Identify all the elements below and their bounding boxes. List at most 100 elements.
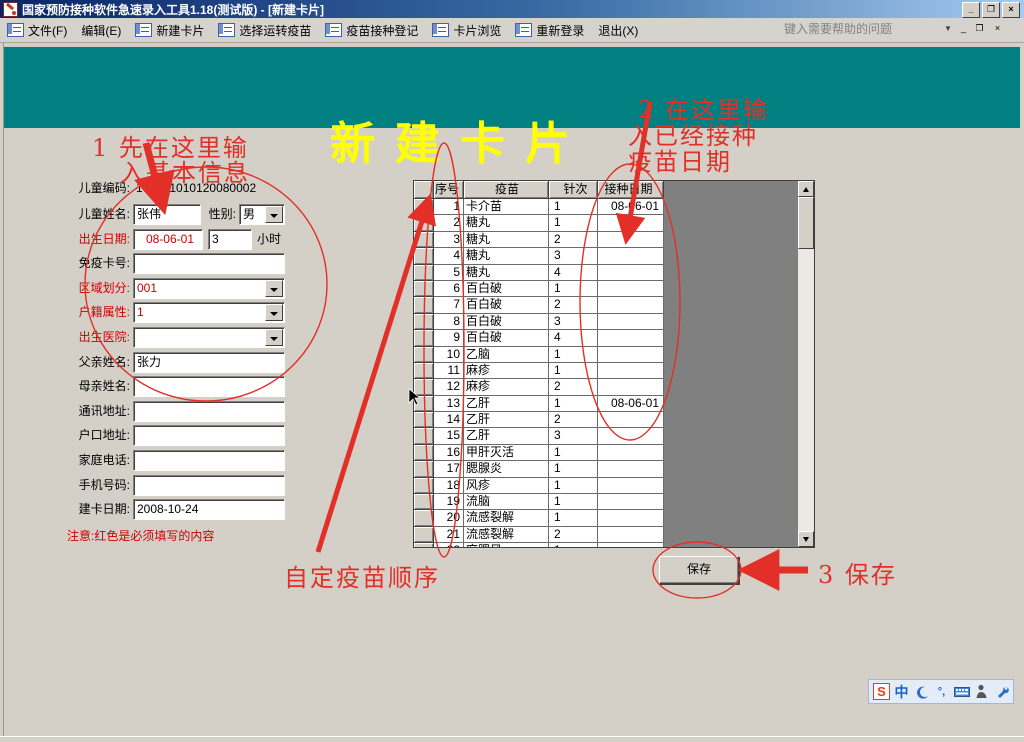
cell-dose[interactable]: 2 (549, 232, 598, 248)
cell-date[interactable] (598, 494, 664, 510)
cell-vac[interactable]: 乙肝 (464, 428, 549, 444)
save-button[interactable]: 保存 (659, 556, 739, 584)
help-dropdown-icon[interactable]: ▼ (944, 24, 952, 33)
cell-num[interactable]: 3 (434, 232, 464, 248)
cell-num[interactable]: 9 (434, 330, 464, 346)
cell-date[interactable] (598, 215, 664, 231)
cell-date[interactable] (598, 510, 664, 526)
cell-vac[interactable]: 麻疹 (464, 363, 549, 379)
birth-hour-input[interactable]: 3 (208, 229, 252, 250)
row-selector[interactable] (414, 215, 434, 231)
cell-vac[interactable]: 乙肝 (464, 396, 549, 412)
cell-num[interactable]: 14 (434, 412, 464, 428)
cell-num[interactable]: 8 (434, 314, 464, 330)
field-input-10[interactable] (133, 425, 285, 446)
cell-dose[interactable]: 1 (549, 543, 598, 548)
field-input-3[interactable] (133, 253, 285, 274)
row-selector[interactable] (414, 248, 434, 264)
cell-vac[interactable]: 百白破 (464, 314, 549, 330)
cell-dose[interactable]: 1 (549, 281, 598, 297)
cell-vac[interactable]: 甲肝灭活 (464, 445, 549, 461)
cell-num[interactable]: 18 (434, 478, 464, 494)
cell-vac[interactable]: 卡介苗 (464, 199, 549, 215)
cell-date[interactable] (598, 461, 664, 477)
child-minimize-button[interactable]: _ (956, 21, 971, 36)
child-close-button[interactable]: × (990, 21, 1005, 36)
vertical-scrollbar[interactable] (798, 181, 814, 547)
menu-item-3[interactable]: 新建卡片 (128, 19, 211, 41)
cell-date[interactable] (598, 347, 664, 363)
row-selector[interactable] (414, 281, 434, 297)
cell-num[interactable]: 17 (434, 461, 464, 477)
skin-figure-icon[interactable] (973, 683, 990, 700)
cell-dose[interactable]: 1 (549, 445, 598, 461)
row-selector[interactable] (414, 494, 434, 510)
column-header-date[interactable]: 接种日期 (598, 181, 664, 199)
cell-vac[interactable]: 乙肝 (464, 412, 549, 428)
row-selector[interactable] (414, 297, 434, 313)
dropdown-button[interactable] (265, 206, 283, 223)
cell-date[interactable] (598, 265, 664, 281)
cell-dose[interactable]: 3 (549, 248, 598, 264)
cell-date[interactable] (598, 428, 664, 444)
scroll-down-button[interactable] (798, 531, 814, 547)
punctuation-icon[interactable]: °, (933, 683, 950, 700)
restore-button[interactable]: ❐ (982, 2, 1000, 18)
row-selector[interactable] (414, 232, 434, 248)
field-input-6[interactable] (133, 327, 285, 348)
cell-dose[interactable]: 1 (549, 396, 598, 412)
cell-dose[interactable]: 1 (549, 510, 598, 526)
menu-item-8[interactable]: 退出(X) (591, 19, 645, 41)
cell-date[interactable] (598, 478, 664, 494)
cell-vac[interactable]: 糖丸 (464, 265, 549, 281)
cell-num[interactable]: 16 (434, 445, 464, 461)
cell-num[interactable]: 22 (434, 543, 464, 548)
dropdown-button[interactable] (265, 329, 283, 346)
cell-dose[interactable]: 3 (549, 314, 598, 330)
cell-dose[interactable]: 2 (549, 379, 598, 395)
cell-num[interactable]: 10 (434, 347, 464, 363)
cell-num[interactable]: 13 (434, 396, 464, 412)
cell-vac[interactable]: 百白破 (464, 281, 549, 297)
cell-vac[interactable]: 风疹 (464, 478, 549, 494)
child-restore-button[interactable]: ❐ (972, 21, 987, 36)
scroll-up-button[interactable] (798, 181, 814, 197)
row-selector[interactable] (414, 445, 434, 461)
cell-dose[interactable]: 4 (549, 330, 598, 346)
cell-num[interactable]: 21 (434, 527, 464, 543)
cell-num[interactable]: 19 (434, 494, 464, 510)
minimize-button[interactable]: _ (962, 2, 980, 18)
settings-wrench-icon[interactable] (993, 683, 1010, 700)
cell-date[interactable] (598, 232, 664, 248)
cell-date[interactable] (598, 543, 664, 548)
cell-num[interactable]: 11 (434, 363, 464, 379)
cell-dose[interactable]: 1 (549, 494, 598, 510)
row-selector[interactable] (414, 543, 434, 548)
dropdown-button[interactable] (265, 280, 283, 297)
menu-item-2[interactable]: 编辑(E) (74, 19, 128, 41)
fullwidth-moon-icon[interactable] (913, 683, 930, 700)
menu-item-7[interactable]: 重新登录 (508, 19, 591, 41)
field-input-12[interactable] (133, 475, 285, 496)
close-button[interactable]: × (1002, 2, 1020, 18)
cell-vac[interactable]: 流脑 (464, 494, 549, 510)
column-header-dose[interactable]: 针次 (549, 181, 598, 199)
column-header-vac[interactable]: 疫苗 (464, 181, 549, 199)
cell-num[interactable]: 4 (434, 248, 464, 264)
cell-dose[interactable]: 3 (549, 428, 598, 444)
cell-num[interactable]: 5 (434, 265, 464, 281)
cell-vac[interactable]: 流感裂解 (464, 510, 549, 526)
cell-date[interactable] (598, 445, 664, 461)
field-input-9[interactable] (133, 401, 285, 422)
row-selector[interactable] (414, 363, 434, 379)
cell-num[interactable]: 20 (434, 510, 464, 526)
cell-num[interactable]: 2 (434, 215, 464, 231)
row-selector[interactable] (414, 510, 434, 526)
row-selector[interactable] (414, 527, 434, 543)
column-header-num[interactable]: 序号 (434, 181, 464, 199)
row-selector[interactable] (414, 478, 434, 494)
gender-select[interactable]: 男 (239, 204, 285, 225)
cell-num[interactable]: 15 (434, 428, 464, 444)
cell-num[interactable]: 12 (434, 379, 464, 395)
cell-num[interactable]: 7 (434, 297, 464, 313)
